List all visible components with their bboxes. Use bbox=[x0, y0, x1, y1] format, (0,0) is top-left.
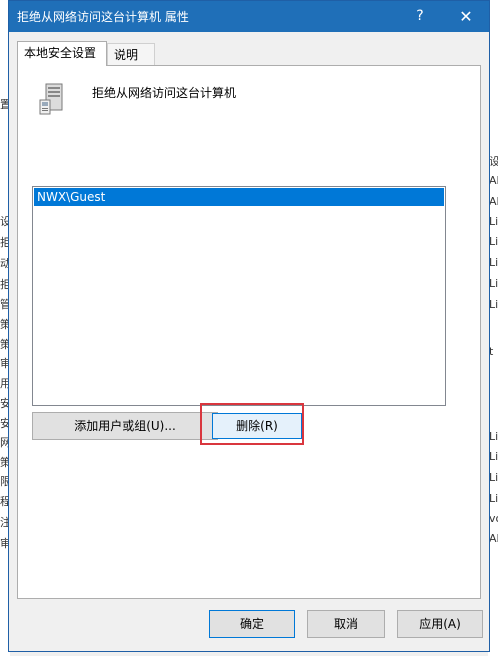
tab-explain[interactable]: 说明 bbox=[107, 43, 155, 65]
background-text-fragment: Lin bbox=[489, 277, 498, 290]
background-text-fragment: Lin bbox=[489, 430, 498, 443]
background-text-fragment: Lin bbox=[489, 215, 498, 228]
background-text-fragment: Al bbox=[489, 174, 498, 187]
background-text-fragment: vo bbox=[489, 512, 498, 525]
add-user-or-group-button[interactable]: 添加用户或组(U)... bbox=[32, 412, 218, 440]
policy-name: 拒绝从网络访问这台计算机 bbox=[92, 86, 237, 100]
apply-button[interactable]: 应用(A) bbox=[397, 610, 483, 638]
tab-local-security-setting[interactable]: 本地安全设置 bbox=[17, 41, 107, 66]
background-text-fragment: Lin bbox=[489, 235, 498, 248]
background-text-fragment: Al bbox=[489, 195, 498, 208]
background-text-fragment: Lin bbox=[489, 256, 498, 269]
background-text-fragment: Al bbox=[489, 532, 498, 545]
window-title: 拒绝从网络访问这台计算机 属性 bbox=[17, 10, 189, 24]
background-text-fragment: Lin bbox=[489, 492, 498, 505]
properties-dialog: 拒绝从网络访问这台计算机 属性 ? ✕ 本地安全设置 说明 拒绝从网络访问这台计… bbox=[8, 0, 490, 652]
cancel-button[interactable]: 取消 bbox=[307, 610, 385, 638]
tab-panel: 拒绝从网络访问这台计算机 NWX\Guest 添加用户或组(U)... 删除(R… bbox=[17, 65, 481, 599]
server-icon bbox=[39, 83, 63, 115]
background-text-fragment: Lin bbox=[489, 450, 498, 463]
remove-button[interactable]: 删除(R) bbox=[212, 413, 302, 439]
help-button[interactable]: ? bbox=[397, 1, 443, 32]
title-bar[interactable]: 拒绝从网络访问这台计算机 属性 ? ✕ bbox=[9, 1, 489, 32]
ok-button[interactable]: 确定 bbox=[209, 610, 295, 638]
background-text-fragment: 设 bbox=[489, 155, 498, 168]
background-text-fragment: Lin bbox=[489, 471, 498, 484]
background-text-fragment: Lin bbox=[489, 298, 498, 311]
close-button[interactable]: ✕ bbox=[443, 1, 489, 32]
user-list[interactable]: NWX\Guest bbox=[32, 186, 446, 406]
list-item[interactable]: NWX\Guest bbox=[34, 188, 444, 206]
